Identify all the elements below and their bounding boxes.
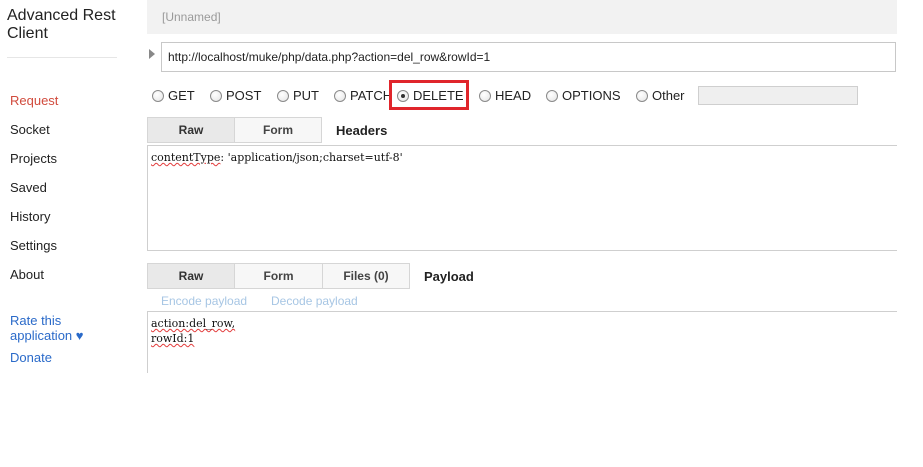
payload-tab-files[interactable]: Files (0)	[322, 263, 410, 289]
method-radio-head[interactable]	[479, 90, 491, 102]
sidebar-item-request[interactable]: Request	[10, 93, 58, 109]
request-name-bar[interactable]: [Unnamed]	[147, 0, 897, 34]
payload-line-2: rowId:1	[151, 332, 195, 345]
method-radio-post[interactable]	[210, 90, 222, 102]
headers-value-text: : 'application/json;charset=utf-8'	[220, 151, 403, 164]
headers-tab-form[interactable]: Form	[234, 117, 322, 143]
method-radio-patch[interactable]	[334, 90, 346, 102]
payload-line-1: action:del_row,	[151, 317, 236, 330]
sidebar-item-history[interactable]: History	[10, 209, 50, 225]
method-label-get[interactable]: GET	[168, 88, 195, 104]
sidebar-divider	[7, 57, 117, 58]
method-label-patch[interactable]: PATCH	[350, 88, 392, 104]
method-label-options[interactable]: OPTIONS	[562, 88, 621, 104]
payload-tab-raw[interactable]: Raw	[147, 263, 235, 289]
method-label-delete[interactable]: DELETE	[413, 88, 464, 104]
method-label-head[interactable]: HEAD	[495, 88, 531, 104]
headers-key-text: contentType	[151, 151, 221, 164]
method-label-put[interactable]: PUT	[293, 88, 319, 104]
url-input[interactable]	[161, 42, 896, 72]
headers-tab-raw[interactable]: Raw	[147, 117, 235, 143]
sidebar-item-about[interactable]: About	[10, 267, 44, 283]
rate-app-link[interactable]: Rate this application ♥	[10, 313, 110, 343]
sidebar-item-saved[interactable]: Saved	[10, 180, 47, 196]
sidebar: Advanced Rest Client Request Socket Proj…	[0, 0, 147, 373]
url-expand-icon[interactable]	[149, 49, 155, 59]
method-radio-delete[interactable]	[397, 90, 409, 102]
method-radio-options[interactable]	[546, 90, 558, 102]
method-radio-get[interactable]	[152, 90, 164, 102]
app-title-line1: Advanced Rest	[7, 7, 116, 24]
request-name[interactable]: [Unnamed]	[162, 10, 221, 24]
sidebar-item-settings[interactable]: Settings	[10, 238, 57, 254]
app-title: Advanced Rest Client	[7, 7, 116, 43]
payload-section-label: Payload	[424, 269, 474, 284]
payload-raw-editor[interactable]: action:del_row, rowId:1	[147, 311, 897, 373]
payload-links-bar: Encode payload Decode payload	[147, 293, 897, 311]
decode-payload-link[interactable]: Decode payload	[271, 294, 358, 308]
sidebar-item-socket[interactable]: Socket	[10, 122, 50, 138]
headers-section-label: Headers	[336, 123, 388, 138]
app-title-line2: Client	[7, 25, 48, 42]
method-radio-other[interactable]	[636, 90, 648, 102]
method-label-other[interactable]: Other	[652, 88, 685, 104]
method-radio-put[interactable]	[277, 90, 289, 102]
sidebar-item-projects[interactable]: Projects	[10, 151, 57, 167]
headers-raw-editor[interactable]: contentType: 'application/json;charset=u…	[147, 145, 897, 251]
method-label-post[interactable]: POST	[226, 88, 261, 104]
payload-tab-form[interactable]: Form	[234, 263, 323, 289]
donate-link[interactable]: Donate	[10, 350, 52, 365]
other-method-input[interactable]	[698, 86, 858, 105]
encode-payload-link[interactable]: Encode payload	[161, 294, 247, 308]
